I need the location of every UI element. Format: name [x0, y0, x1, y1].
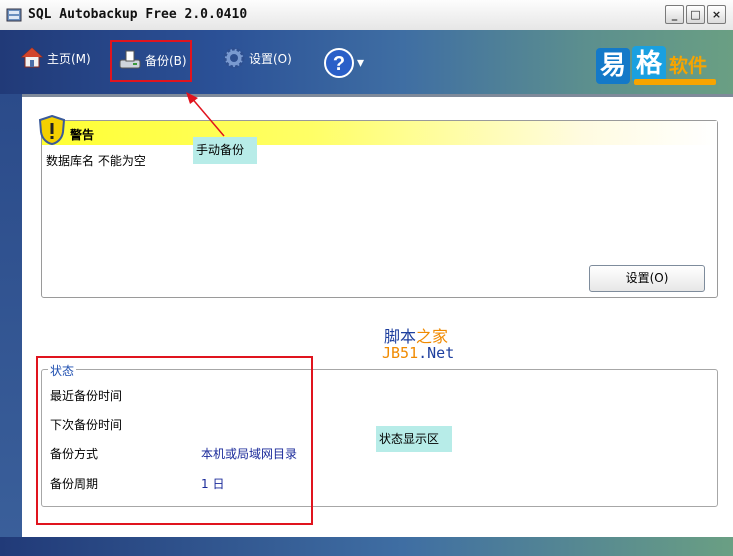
annotation-arrow	[186, 92, 225, 137]
help-icon: ?	[324, 48, 354, 78]
watermark-line2-b: .Net	[418, 344, 455, 362]
logo-text: 软件	[669, 55, 708, 77]
toolbar-home-label: 主页(M)	[47, 51, 91, 66]
warning-shield-icon	[38, 115, 66, 145]
manual-backup-callout: 手动备份	[193, 137, 257, 164]
gear-icon	[223, 47, 245, 69]
warning-header	[42, 121, 717, 145]
app-icon	[6, 8, 22, 22]
left-frame	[0, 94, 22, 537]
watermark-line2-a: JB51	[382, 344, 419, 362]
toolbar-home[interactable]: 主页(M)	[20, 46, 91, 70]
title-bar: SQL Autobackup Free 2.0.0410 _ □ ×	[0, 0, 733, 31]
backup-annotation-box	[110, 40, 192, 82]
toolbar-help[interactable]: ? ▾	[324, 48, 364, 78]
help-icon-glyph: ?	[333, 53, 345, 75]
logo-ge: 格	[632, 46, 666, 82]
toolbar-settings[interactable]: 设置(O)	[222, 46, 292, 70]
logo-underline	[634, 79, 716, 85]
warning-message: 数据库名 不能为空	[46, 154, 146, 168]
close-button[interactable]: ×	[707, 5, 726, 24]
status-area-callout: 状态显示区	[376, 426, 452, 452]
logo-yi: 易	[596, 48, 630, 84]
warning-title: 警告	[70, 128, 95, 142]
home-icon	[20, 47, 44, 68]
bottom-frame	[0, 537, 733, 556]
toolbar-settings-label: 设置(O)	[249, 51, 292, 66]
maximize-button[interactable]: □	[686, 5, 705, 24]
window-title: SQL Autobackup Free 2.0.0410	[28, 7, 248, 22]
minimize-button[interactable]: _	[665, 5, 684, 24]
status-annotation-box	[36, 356, 313, 525]
watermark-line2: JB51.Net	[382, 344, 454, 362]
help-dropdown-chevron-icon[interactable]: ▾	[357, 55, 364, 71]
settings-button[interactable]: 设置(O)	[589, 265, 705, 292]
